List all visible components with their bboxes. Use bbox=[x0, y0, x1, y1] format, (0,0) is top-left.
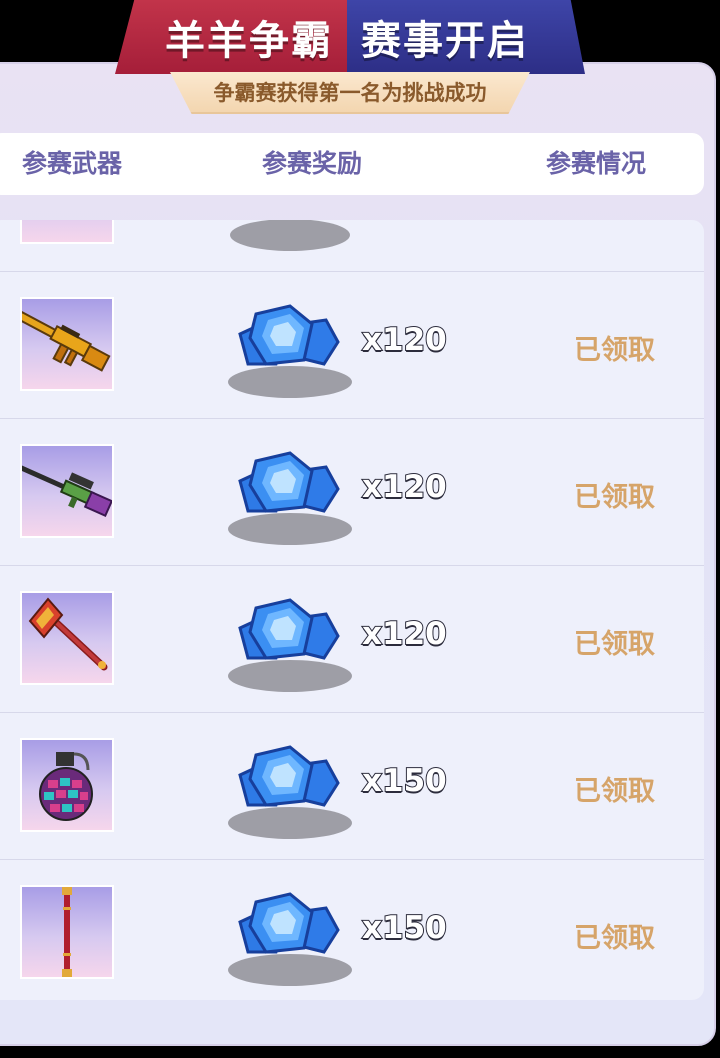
rifle-icon bbox=[22, 310, 111, 372]
weapon-thumb bbox=[20, 220, 114, 244]
header-reward: 参赛奖励 bbox=[262, 149, 363, 178]
status-claimed[interactable]: 已领取 bbox=[574, 328, 655, 367]
status-claimed[interactable]: 已领取 bbox=[574, 475, 655, 514]
reward-quantity: x120 bbox=[361, 321, 448, 359]
blue-gem-icon bbox=[228, 304, 352, 398]
list-item: x150 已领取 bbox=[0, 713, 704, 860]
status-claimed[interactable]: 已领取 bbox=[574, 916, 655, 955]
blue-gem-icon bbox=[228, 451, 352, 545]
list-item: x120 已领取 bbox=[0, 419, 704, 566]
header-status: 参赛情况 bbox=[546, 149, 647, 178]
weapon-thumb bbox=[20, 885, 114, 979]
banner-subtitle: 争霸赛获得第一名为挑战成功 bbox=[170, 72, 530, 114]
blue-gem-icon bbox=[228, 745, 352, 839]
reward-quantity: x120 bbox=[361, 615, 448, 653]
list-item: x120 已领取 bbox=[0, 566, 704, 713]
list-item-partial bbox=[0, 220, 704, 272]
list-item: x150 已领取 bbox=[0, 860, 704, 1000]
weapon-thumb bbox=[20, 444, 114, 538]
blue-gem-icon bbox=[228, 598, 352, 692]
weapon-thumb bbox=[20, 591, 114, 685]
sniper-rifle-icon bbox=[22, 463, 112, 518]
weapon-thumb bbox=[20, 297, 114, 391]
status-claimed[interactable]: 已领取 bbox=[574, 622, 655, 661]
table-header: 参赛武器 参赛奖励 参赛情况 bbox=[0, 133, 704, 195]
blue-gem-icon bbox=[228, 892, 352, 986]
grenade-icon bbox=[39, 752, 93, 821]
list-item: x120 已领取 bbox=[0, 272, 704, 419]
reward-list[interactable]: x120 已领取 x120 已领取 x120 已领取 x150 已领取 x150… bbox=[0, 220, 704, 1000]
reward-quantity: x150 bbox=[361, 762, 448, 800]
banner-title-right: 赛事开启 bbox=[361, 18, 529, 64]
gem-shadow-icon bbox=[230, 220, 350, 251]
reward-quantity: x150 bbox=[361, 909, 448, 947]
axe-icon bbox=[28, 597, 108, 671]
banner-title-left: 羊羊争霸 bbox=[165, 18, 333, 64]
weapon-thumb bbox=[20, 738, 114, 832]
title-banner: 羊羊争霸 赛事开启 bbox=[115, 0, 585, 78]
staff-icon bbox=[62, 887, 72, 977]
header-weapon: 参赛武器 bbox=[22, 149, 123, 178]
status-claimed[interactable]: 已领取 bbox=[574, 769, 655, 808]
reward-quantity: x120 bbox=[361, 468, 448, 506]
